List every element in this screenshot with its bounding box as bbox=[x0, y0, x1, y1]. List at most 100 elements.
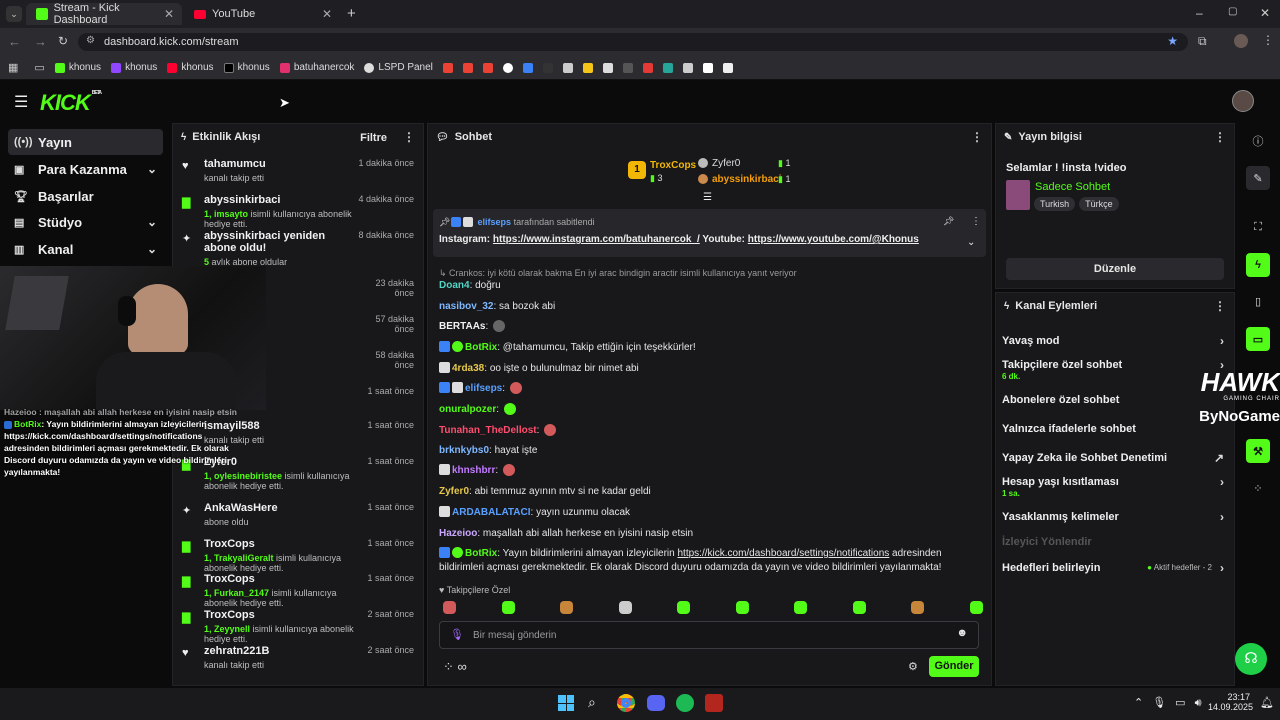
tab-youtube[interactable]: YouTube ✕ bbox=[184, 3, 340, 25]
chat-username[interactable]: Tunahan_TheDellost bbox=[439, 425, 537, 436]
emote-icon[interactable] bbox=[735, 601, 749, 614]
extensions-icon[interactable]: ⧉ bbox=[1198, 34, 1207, 49]
more-options-icon[interactable]: ⋮ bbox=[1214, 299, 1226, 313]
info-icon[interactable]: ⓘ bbox=[1246, 129, 1270, 153]
bookmark-lspd-panel[interactable]: LSPD Panel bbox=[364, 62, 433, 73]
bookmark-icon[interactable] bbox=[542, 62, 553, 73]
sidebar-item-yayin[interactable]: ((•)) Yayın bbox=[8, 129, 163, 155]
chat-username[interactable]: BERTAAs bbox=[439, 321, 485, 332]
more-options-icon[interactable]: ⋮ bbox=[1214, 130, 1226, 144]
chat-message[interactable]: Tunahan_TheDellost: bbox=[439, 424, 984, 438]
chat-message[interactable]: Hazeioo: maşallah abi allah herkese en i… bbox=[439, 527, 984, 541]
chat-username[interactable]: brknkybs0 bbox=[439, 445, 489, 456]
emote-icon[interactable] bbox=[852, 601, 866, 614]
tab-search-button[interactable]: ⌄ bbox=[6, 6, 22, 22]
chat-username[interactable]: Doan4 bbox=[439, 280, 470, 291]
channel-action-item[interactable]: Hedefleri belirleyin ● Aktif hedefler - 2… bbox=[1002, 561, 1228, 575]
bookmark-khonus-kick[interactable]: khonus bbox=[54, 62, 101, 73]
expand-chevron-icon[interactable]: ⌄ bbox=[967, 237, 975, 248]
sidebar-item-basarilar[interactable]: 🏆︎ Başarılar bbox=[8, 183, 163, 209]
folder-icon[interactable]: ▭ bbox=[34, 61, 44, 74]
activity-feed-item[interactable]: ▇ TroxCops 1, Zeyynell isimli kullanıcıya … bbox=[182, 609, 414, 644]
chat-message[interactable]: khnshbrr: bbox=[439, 464, 984, 478]
leaderboard-user[interactable]: Zyfer0 bbox=[712, 158, 740, 169]
leaderboard-user[interactable]: TroxCops bbox=[650, 160, 696, 171]
bookmark-icon[interactable] bbox=[682, 62, 693, 73]
chat-message[interactable]: elifseps: bbox=[439, 382, 984, 396]
bookmark-star-icon[interactable]: ★ bbox=[1167, 34, 1178, 48]
search-icon[interactable]: ⌕ bbox=[588, 694, 596, 711]
sidebar-item-kanal[interactable]: ▥ Kanal ⌄ bbox=[8, 236, 163, 262]
chat-input[interactable]: 🎙︎ Bir mesaj gönderin ☻ bbox=[439, 621, 979, 649]
channel-action-item[interactable]: Hesap yaşı kısıtlaması 1 sa. › bbox=[1002, 475, 1228, 498]
bookmark-icon[interactable] bbox=[502, 62, 513, 73]
chat-message[interactable]: BotRix: @tahamumcu, Takip ettiğin için t… bbox=[439, 341, 984, 355]
activity-feed-item[interactable]: ✦ abyssinkirbaci yeniden abone oldu! 5 avl… bbox=[182, 230, 414, 267]
channel-action-item[interactable]: Yasaklanmış kelimeler › bbox=[1002, 510, 1228, 524]
unpin-icon[interactable]: 📌︎ bbox=[943, 216, 954, 227]
bookmark-icon[interactable] bbox=[462, 62, 473, 73]
chat-message[interactable]: brknkybs0: hayat işte bbox=[439, 444, 984, 458]
chat-username[interactable]: BotRix bbox=[465, 548, 497, 559]
tag-chip[interactable]: Turkish bbox=[1034, 197, 1076, 211]
chat-username[interactable]: Zyfer0 bbox=[439, 486, 469, 497]
chat-username[interactable]: nasibov_32 bbox=[439, 301, 493, 312]
chat-settings-icon[interactable]: ⚙ bbox=[908, 660, 918, 673]
emoji-icon[interactable]: ☻ bbox=[956, 627, 968, 639]
leaderboard-user[interactable]: abyssinkirbaci bbox=[712, 174, 781, 185]
wrench-rail-icon[interactable]: ⚒ bbox=[1246, 439, 1270, 463]
chat-username[interactable]: 4rda38 bbox=[452, 363, 484, 374]
close-window-icon[interactable]: ✕ bbox=[1260, 6, 1270, 20]
user-avatar[interactable] bbox=[1232, 90, 1254, 112]
sidebar-item-para-kazanma[interactable]: ▣ Para Kazanma ⌄ bbox=[8, 156, 163, 182]
bookmark-khonus-twitch[interactable]: khonus bbox=[111, 62, 157, 73]
emote-icon[interactable] bbox=[443, 601, 456, 614]
chrome-taskbar-icon[interactable] bbox=[617, 694, 635, 712]
bookmark-khonus-youtube[interactable]: khonus bbox=[167, 62, 214, 73]
chat-message[interactable]: onuralpozer: bbox=[439, 403, 984, 417]
blocks-icon[interactable]: ⁘ bbox=[1246, 476, 1270, 500]
chat-tools-icon[interactable]: ⁘ ∞ bbox=[443, 659, 467, 675]
microphone-icon[interactable]: 🎙︎ bbox=[450, 628, 464, 641]
kick-logo[interactable]: KICK BETA bbox=[40, 90, 102, 116]
emote-icon[interactable] bbox=[794, 601, 807, 614]
emote-icon[interactable] bbox=[618, 601, 632, 614]
activity-feed-item[interactable]: ♥ tahamumcu kanalı takip etti 1 dakika önce bbox=[182, 158, 414, 183]
back-icon[interactable]: ← bbox=[8, 34, 21, 49]
reload-icon[interactable]: ↻ bbox=[58, 34, 68, 48]
chat-message[interactable]: nasibov_32: sa bozok abi bbox=[439, 300, 984, 314]
more-options-icon[interactable]: ⋮ bbox=[971, 130, 983, 144]
activity-feed-item[interactable]: ✦ AnkaWasHere abone oldu 1 saat önce bbox=[182, 502, 414, 527]
tray-icons[interactable]: ⌃🎙︎▭🔊︎ bbox=[1134, 696, 1211, 710]
bookmark-icon[interactable] bbox=[562, 62, 573, 73]
sidebar-item-studyo[interactable]: ▤ Stüdyo ⌄ bbox=[8, 209, 163, 235]
category-link[interactable]: Sadece Sohbet bbox=[1035, 181, 1110, 193]
bookmark-icon[interactable] bbox=[662, 62, 673, 73]
chat-message[interactable]: Doan4: doğru bbox=[439, 279, 984, 293]
emote-icon[interactable] bbox=[501, 601, 515, 614]
windows-start-icon[interactable] bbox=[558, 695, 574, 711]
maximize-icon[interactable]: ▢ bbox=[1228, 6, 1237, 17]
chat-username[interactable]: BotRix bbox=[465, 342, 497, 353]
chat-message[interactable]: BERTAAs: bbox=[439, 320, 984, 334]
app-taskbar-icon[interactable] bbox=[705, 694, 723, 712]
spotify-taskbar-icon[interactable] bbox=[676, 694, 694, 712]
activity-feed-item[interactable]: ▇ TroxCops 1, TrakyaliGeralt isimli kullan… bbox=[182, 538, 414, 573]
channel-action-item[interactable]: İzleyici Yönlendir bbox=[1002, 536, 1228, 548]
bookmark-icon[interactable] bbox=[622, 62, 633, 73]
channel-action-item[interactable]: Yapay Zeka ile Sohbet Denetimi ↗ bbox=[1002, 451, 1228, 465]
new-tab-button[interactable]: + bbox=[347, 5, 356, 22]
instagram-link[interactable]: https://www.instagram.com/batuhanercok_/ bbox=[493, 234, 700, 245]
tab-kick-dashboard[interactable]: Stream - Kick Dashboard ✕ bbox=[26, 2, 182, 26]
profile-avatar[interactable] bbox=[1234, 34, 1248, 48]
bolt-rail-icon[interactable]: ϟ bbox=[1246, 253, 1270, 277]
bookmark-icon[interactable] bbox=[482, 62, 493, 73]
clock[interactable]: 23:17 14.09.2025 bbox=[1208, 692, 1253, 712]
bookmark-icon[interactable] bbox=[602, 62, 613, 73]
chat-link[interactable]: https://kick.com/dashboard/settings/noti… bbox=[678, 548, 890, 559]
close-tab-icon[interactable]: ✕ bbox=[164, 7, 174, 21]
activity-feed-item[interactable]: ♥ zehratn221B kanalı takip etti 2 saat önce bbox=[182, 645, 414, 670]
capture-icon[interactable]: ⛶ bbox=[1246, 215, 1270, 239]
forward-icon[interactable]: → bbox=[34, 34, 47, 49]
chat-message[interactable]: ARDABALATACI: yayın uzunmu olacak bbox=[439, 506, 984, 520]
